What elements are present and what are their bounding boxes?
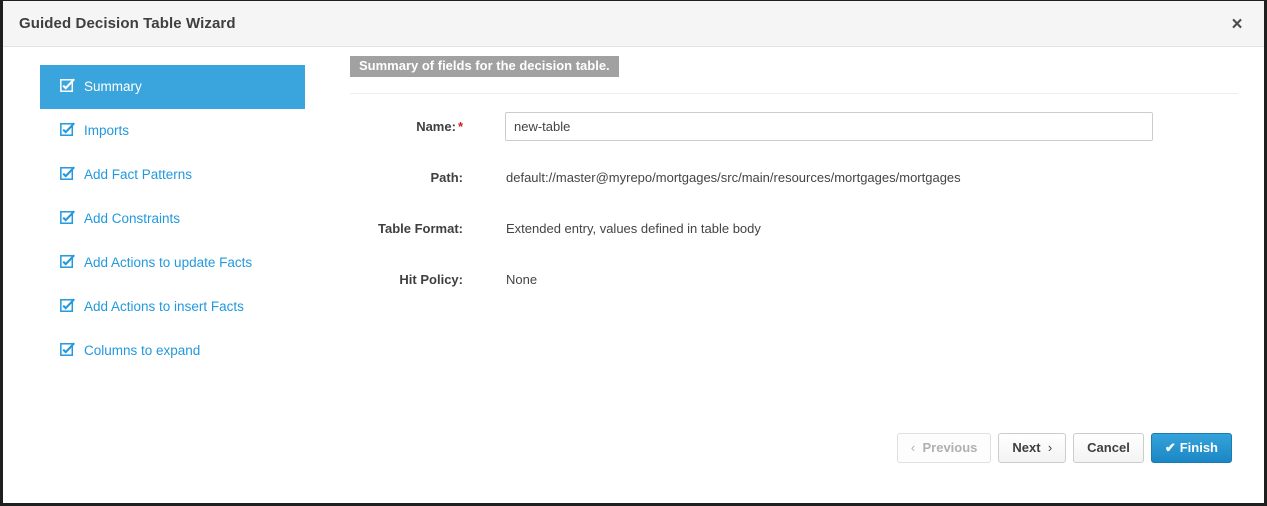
sidebar-item-add-constraints[interactable]: Add Constraints bbox=[40, 197, 305, 241]
sidebar-item-label: Add Actions to update Facts bbox=[84, 255, 253, 270]
summary-panel: Summary of fields for the decision table… bbox=[347, 47, 1238, 316]
form-row-path: Path: default://master@myrepo/mortgages/… bbox=[350, 163, 1238, 214]
checkbox-checked-icon bbox=[60, 254, 75, 269]
close-icon[interactable]: × bbox=[1226, 13, 1248, 35]
sidebar-item-label: Add Fact Patterns bbox=[84, 167, 193, 182]
name-input[interactable] bbox=[505, 112, 1153, 141]
dialog-header: Guided Decision Table Wizard × bbox=[3, 1, 1264, 47]
sidebar-item-label: Add Actions to insert Facts bbox=[84, 299, 244, 314]
sidebar-item-summary[interactable]: Summary bbox=[40, 65, 305, 109]
sidebar-item-imports[interactable]: Imports bbox=[40, 109, 305, 153]
sidebar-item-add-actions-insert-facts[interactable]: Add Actions to insert Facts bbox=[40, 285, 305, 329]
sidebar-item-label: Add Constraints bbox=[84, 211, 181, 226]
section-title: Summary of fields for the decision table… bbox=[350, 56, 619, 77]
hit-policy-label: Hit Policy: bbox=[399, 272, 463, 287]
hit-policy-value: None bbox=[506, 272, 538, 287]
finish-button-label: Finish bbox=[1179, 440, 1218, 455]
table-format-value: Extended entry, values defined in table … bbox=[506, 221, 761, 236]
checkbox-checked-icon bbox=[60, 122, 75, 137]
sidebar-item-label: Columns to expand bbox=[84, 343, 201, 358]
required-asterisk: * bbox=[457, 119, 463, 134]
sidebar-item-add-actions-update-facts[interactable]: Add Actions to update Facts bbox=[40, 241, 305, 285]
chevron-left-icon: ‹ bbox=[910, 440, 916, 455]
summary-form: Name:* Path: default://master@myrepo/mor… bbox=[350, 112, 1238, 316]
previous-button[interactable]: ‹ Previous bbox=[896, 433, 992, 463]
chevron-right-icon: › bbox=[1047, 440, 1053, 455]
name-label-text: Name: bbox=[416, 119, 456, 134]
dialog-footer: ‹ Previous Next › Cancel ✔ Finish bbox=[896, 433, 1232, 463]
next-button[interactable]: Next › bbox=[998, 433, 1067, 463]
path-label: Path: bbox=[430, 170, 464, 185]
finish-button[interactable]: ✔ Finish bbox=[1150, 433, 1232, 463]
form-row-table-format: Table Format: Extended entry, values def… bbox=[350, 214, 1238, 265]
form-row-name: Name: * bbox=[350, 112, 1238, 163]
next-button-label: Next bbox=[1012, 440, 1041, 455]
form-row-hit-policy: Hit Policy: None bbox=[350, 265, 1238, 316]
checkbox-checked-icon bbox=[60, 342, 75, 357]
path-value: default://master@myrepo/mortgages/src/ma… bbox=[506, 170, 961, 185]
dialog-body: Summary Imports Add Fact Patterns Add Co… bbox=[3, 47, 1264, 503]
wizard-step-sidebar: Summary Imports Add Fact Patterns Add Co… bbox=[40, 65, 305, 373]
wizard-dialog: Guided Decision Table Wizard × Summary I… bbox=[0, 0, 1267, 506]
checkbox-checked-icon bbox=[60, 298, 75, 313]
previous-button-label: Previous bbox=[922, 440, 978, 455]
section-divider bbox=[350, 93, 1238, 94]
sidebar-item-add-fact-patterns[interactable]: Add Fact Patterns bbox=[40, 153, 305, 197]
name-label: Name: * bbox=[350, 119, 463, 134]
check-icon: ✔ bbox=[1164, 440, 1176, 455]
sidebar-item-label: Imports bbox=[84, 123, 130, 138]
sidebar-item-label: Summary bbox=[84, 79, 142, 94]
checkbox-checked-icon bbox=[60, 210, 75, 225]
checkbox-checked-icon bbox=[60, 78, 75, 93]
cancel-button[interactable]: Cancel bbox=[1073, 433, 1144, 463]
checkbox-checked-icon bbox=[60, 166, 75, 181]
sidebar-item-columns-to-expand[interactable]: Columns to expand bbox=[40, 329, 305, 373]
page-title: Guided Decision Table Wizard bbox=[19, 15, 236, 32]
table-format-label: Table Format: bbox=[378, 221, 463, 236]
